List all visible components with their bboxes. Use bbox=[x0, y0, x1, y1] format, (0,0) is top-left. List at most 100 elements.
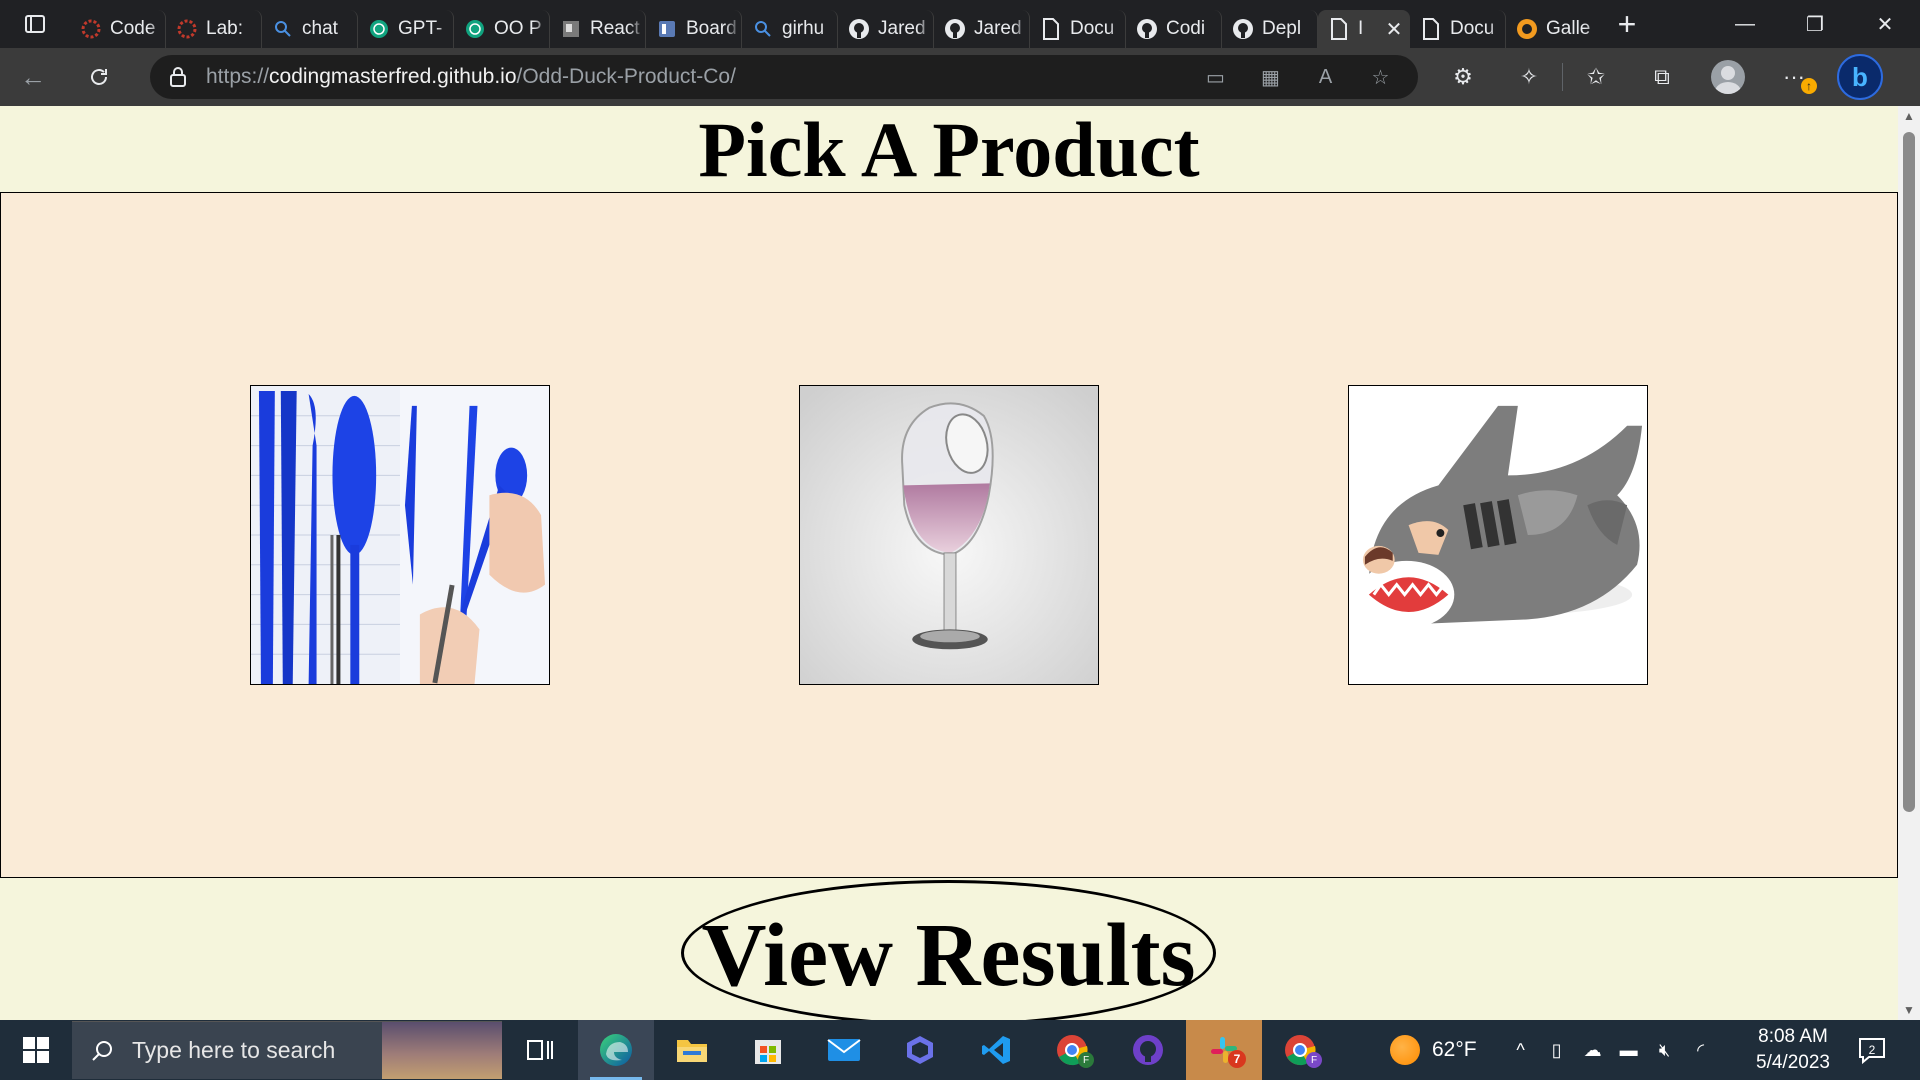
browser-tab[interactable]: Board bbox=[646, 10, 742, 48]
browser-tab[interactable]: Galle bbox=[1506, 10, 1602, 48]
product-image-utensils[interactable] bbox=[250, 385, 550, 685]
chrome-profile-badge: F bbox=[1078, 1052, 1094, 1068]
mail-icon bbox=[827, 1039, 861, 1061]
browser-tab[interactable]: GPT- bbox=[358, 10, 454, 48]
back-button[interactable]: ← bbox=[0, 48, 66, 106]
tab-title: Galle bbox=[1546, 18, 1591, 39]
notification-count: 2 bbox=[1869, 1043, 1876, 1057]
volume-muted-icon[interactable]: 🔇︎ bbox=[1647, 1040, 1683, 1061]
tab-title: Lab: bbox=[206, 18, 243, 39]
browser-tab[interactable]: Jared bbox=[934, 10, 1030, 48]
slack-notification-badge: 7 bbox=[1228, 1050, 1246, 1068]
address-bar[interactable]: https://codingmasterfred.github.io/Odd-D… bbox=[150, 55, 1418, 99]
site-info-button[interactable] bbox=[150, 66, 206, 88]
reload-button[interactable] bbox=[66, 48, 132, 106]
browser-tab-active[interactable]: I ✕ bbox=[1318, 10, 1410, 48]
page-scrollbar[interactable]: ▲ ▼ bbox=[1898, 106, 1920, 1020]
meet-now-icon[interactable]: ▯ bbox=[1539, 1040, 1575, 1061]
taskbar-mail[interactable] bbox=[806, 1020, 882, 1080]
tab-title: Docu bbox=[1070, 18, 1115, 39]
page-icon bbox=[560, 18, 582, 40]
url-path: /Odd-Duck-Product-Co/ bbox=[516, 65, 736, 88]
browser-tab[interactable]: Codi bbox=[1126, 10, 1222, 48]
clock-time: 8:08 AM bbox=[1758, 1026, 1828, 1047]
search-icon bbox=[272, 18, 294, 40]
product-image-shark-bag[interactable] bbox=[1348, 385, 1648, 685]
document-icon bbox=[1328, 18, 1350, 40]
browser-tab[interactable]: girhu bbox=[742, 10, 838, 48]
profile-button[interactable] bbox=[1695, 48, 1761, 106]
browser-tab[interactable]: chat bbox=[262, 10, 358, 48]
taskbar-search-box[interactable]: Type here to search bbox=[72, 1021, 502, 1079]
notification-center-button[interactable]: 2 bbox=[1852, 1030, 1892, 1070]
weather-sun-icon[interactable] bbox=[1390, 1035, 1420, 1065]
restore-button[interactable]: ❐ bbox=[1780, 0, 1850, 48]
tab-title: Jared bbox=[974, 18, 1022, 39]
app-available-icon[interactable]: ▭ bbox=[1188, 65, 1243, 90]
taskbar-vscode[interactable] bbox=[958, 1020, 1034, 1080]
system-tray: 62°F ^ ▯ ☁ ▬ 🔇︎ ◜ bbox=[1390, 1020, 1719, 1080]
taskbar-ms-store[interactable] bbox=[730, 1020, 806, 1080]
tab-actions-button[interactable] bbox=[0, 0, 70, 48]
tab-title: Code bbox=[110, 18, 156, 39]
scrollbar-thumb[interactable] bbox=[1903, 132, 1915, 812]
codefellows-icon bbox=[80, 18, 102, 40]
new-tab-button[interactable]: + bbox=[1602, 0, 1652, 48]
favorites-button[interactable]: ✩ bbox=[1563, 48, 1629, 106]
weather-temperature[interactable]: 62°F bbox=[1432, 1038, 1477, 1062]
codefellows-icon bbox=[176, 18, 198, 40]
gallery-icon bbox=[1516, 18, 1538, 40]
product-image-wine-glass[interactable] bbox=[799, 385, 1099, 685]
browser-tab[interactable]: Depl bbox=[1222, 10, 1318, 48]
search-icon bbox=[72, 1039, 132, 1063]
battery-icon[interactable]: ▬ bbox=[1611, 1040, 1647, 1061]
view-results-button[interactable]: View Results bbox=[681, 880, 1216, 1020]
taskbar-clock[interactable]: 8:08 AM 5/4/2023 bbox=[1740, 1024, 1846, 1076]
github-icon bbox=[1136, 18, 1158, 40]
url-text[interactable]: https://codingmasterfred.github.io/Odd-D… bbox=[206, 65, 736, 89]
url-scheme: https:// bbox=[206, 65, 270, 88]
avatar bbox=[1711, 60, 1745, 94]
bing-chat-button[interactable]: b bbox=[1827, 48, 1893, 106]
taskbar-slack[interactable]: 7 bbox=[1186, 1020, 1262, 1080]
close-window-button[interactable]: ✕ bbox=[1850, 0, 1920, 48]
browser-tab[interactable]: Jared bbox=[838, 10, 934, 48]
collections-button[interactable]: ⧉ bbox=[1629, 48, 1695, 106]
browser-tab[interactable]: Code bbox=[70, 10, 166, 48]
extensions-button[interactable]: ✧ bbox=[1496, 48, 1562, 106]
scroll-up-arrow-icon[interactable]: ▲ bbox=[1898, 106, 1920, 126]
browser-tab[interactable]: Lab: bbox=[166, 10, 262, 48]
page-title: Pick A Product bbox=[698, 106, 1200, 193]
taskbar-edge[interactable] bbox=[578, 1020, 654, 1080]
read-aloud-icon[interactable]: A bbox=[1298, 65, 1353, 90]
taskbar-file-explorer[interactable] bbox=[654, 1020, 730, 1080]
taskbar-chrome-2[interactable]: F bbox=[1262, 1020, 1338, 1080]
chevron-up-icon[interactable]: ^ bbox=[1503, 1040, 1539, 1061]
browser-tab[interactable]: React bbox=[550, 10, 646, 48]
settings-extension-button[interactable]: ⚙ bbox=[1430, 48, 1496, 106]
add-favorite-icon[interactable]: ☆ bbox=[1353, 65, 1408, 90]
tab-title: GPT- bbox=[398, 18, 443, 39]
collections-icon: ⧉ bbox=[1654, 64, 1670, 89]
start-button[interactable] bbox=[0, 1020, 72, 1080]
wifi-icon[interactable]: ◜ bbox=[1683, 1040, 1719, 1061]
taskbar-chrome-1[interactable]: F bbox=[1034, 1020, 1110, 1080]
settings-more-button[interactable]: ··· ↑ bbox=[1761, 48, 1827, 106]
github-icon bbox=[1232, 18, 1254, 40]
notification-icon: 2 bbox=[1859, 1038, 1885, 1065]
browser-tab[interactable]: Docu bbox=[1410, 10, 1506, 48]
task-view-button[interactable] bbox=[502, 1020, 578, 1080]
taskbar-github-desktop[interactable] bbox=[1110, 1020, 1186, 1080]
browser-tab[interactable]: Docu bbox=[1030, 10, 1126, 48]
openai-icon bbox=[368, 18, 390, 40]
taskbar-power-automate[interactable] bbox=[882, 1020, 958, 1080]
github-icon bbox=[848, 18, 870, 40]
folder-icon bbox=[677, 1040, 707, 1062]
minimize-button[interactable]: — bbox=[1710, 0, 1780, 48]
close-tab-icon[interactable]: ✕ bbox=[1384, 17, 1404, 42]
onedrive-cloud-icon[interactable]: ☁ bbox=[1575, 1040, 1611, 1061]
tab-title: OO P bbox=[494, 18, 542, 39]
scroll-down-arrow-icon[interactable]: ▼ bbox=[1898, 1000, 1920, 1020]
split-screen-icon[interactable]: ▦ bbox=[1243, 65, 1298, 90]
browser-tab[interactable]: OO P bbox=[454, 10, 550, 48]
